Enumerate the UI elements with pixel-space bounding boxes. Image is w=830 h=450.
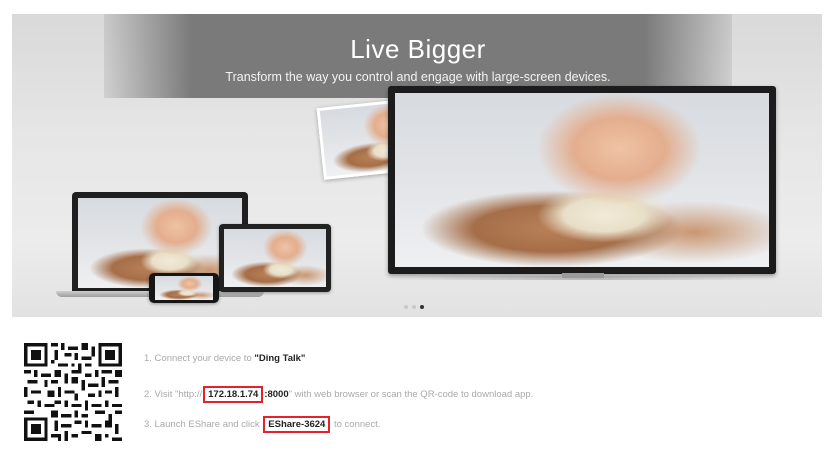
ip-address-highlight: 172.18.1.74: [203, 386, 264, 403]
step-2: 2. Visit "http://172.18.1.74:8000" with …: [144, 386, 533, 403]
carousel-dot[interactable]: [412, 305, 416, 309]
step-1: 1. Connect your device to "Ding Talk": [144, 353, 305, 364]
baby-photo-image: [395, 93, 769, 267]
step-3-suffix: to connect.: [331, 419, 381, 430]
carousel-dot[interactable]: [404, 305, 408, 309]
tv-device-image: [388, 86, 776, 274]
baby-photo-image: [224, 229, 326, 287]
step-2-suffix: " with web browser or scan the QR-code t…: [288, 389, 534, 400]
tablet-device-image: [219, 224, 331, 292]
hero-title: Live Bigger: [350, 34, 486, 64]
carousel-dot-active[interactable]: [420, 305, 424, 309]
baby-photo-image: [155, 276, 213, 300]
step-3: 3. Launch EShare and click EShare-3624 t…: [144, 416, 380, 433]
carousel-indicators: [404, 305, 424, 309]
eshare-home: Live Bigger Transform the way you contro…: [0, 0, 830, 450]
tv-stand: [562, 273, 604, 278]
port-number: :8000: [264, 389, 289, 400]
step-3-text: 3. Launch EShare and click: [144, 419, 263, 430]
network-name: "Ding Talk": [254, 353, 306, 364]
hero-carousel[interactable]: Live Bigger Transform the way you contro…: [12, 14, 822, 317]
step-1-text: 1. Connect your device to: [144, 353, 255, 364]
hero-subtitle: Transform the way you control and engage…: [225, 70, 611, 84]
step-2-text: 2. Visit "http://: [144, 389, 203, 400]
device-name-highlight: EShare-3624: [263, 416, 331, 433]
phone-device-image: [149, 273, 219, 303]
qr-code-icon: [24, 343, 122, 441]
